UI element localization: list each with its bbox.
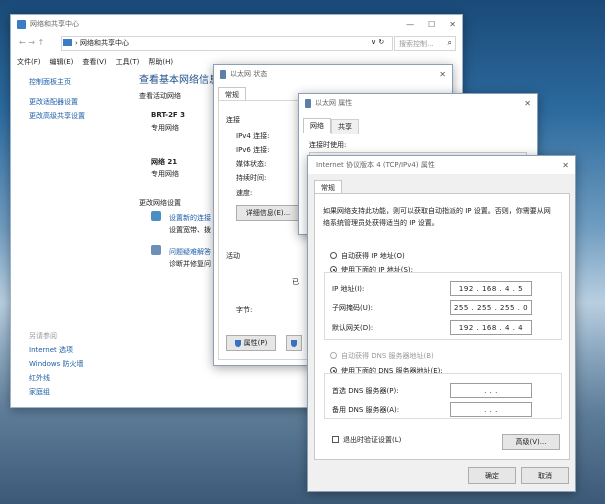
- alternate-dns-label: 备用 DNS 服务器(A):: [332, 406, 400, 414]
- window-title: 网络和共享中心: [30, 20, 79, 28]
- maximize-button[interactable]: ☐: [428, 20, 435, 29]
- network-center-icon: [17, 19, 26, 29]
- advanced-button[interactable]: 高级(V)...: [502, 434, 560, 450]
- props-tab-sharing[interactable]: 共享: [331, 119, 359, 134]
- sidebar-item-advanced-sharing[interactable]: 更改高级共享设置: [29, 111, 85, 121]
- connect-using-label: 连接时使用:: [309, 141, 347, 149]
- new-connection-icon: [151, 211, 161, 221]
- menu-file[interactable]: 文件(F): [17, 57, 41, 67]
- description-line-2: 络系统管理员处获得适当的 IP 设置。: [323, 219, 439, 227]
- status-title-bar: 以太网 状态 ✕: [214, 65, 452, 83]
- auto-ip-radio[interactable]: [330, 252, 337, 259]
- details-button[interactable]: 详细信息(E)...: [236, 205, 300, 221]
- ipv4-close-button[interactable]: ✕: [562, 161, 569, 170]
- menu-edit[interactable]: 编辑(E): [50, 57, 74, 67]
- default-gateway-label: 默认网关(D):: [332, 324, 374, 332]
- duration-label: 持续时间:: [236, 174, 267, 182]
- ethernet-icon: [220, 69, 226, 79]
- preferred-dns-label: 首选 DNS 服务器(P):: [332, 387, 399, 395]
- troubleshoot-icon: [151, 245, 161, 255]
- shield-icon-2: [291, 339, 297, 347]
- auto-dns-label[interactable]: 自动获得 DNS 服务器地址(B): [341, 351, 434, 361]
- change-settings-heading: 更改网络设置: [139, 199, 181, 207]
- see-also-internet-options[interactable]: Internet 选项: [29, 345, 73, 355]
- address-field[interactable]: [61, 36, 393, 51]
- ipv4-connectivity-label: IPv4 连接:: [236, 132, 270, 140]
- task-troubleshoot[interactable]: 问题疑难解答: [169, 247, 211, 257]
- network-type-1: 专用网络: [151, 124, 179, 132]
- ip-address-label: IP 地址(I):: [332, 285, 365, 293]
- page-title: 查看基本网络信息: [139, 75, 219, 86]
- task-troubleshoot-desc: 诊断并修复问: [169, 260, 211, 268]
- sidebar-item-adapter-settings[interactable]: 更改适配器设置: [29, 97, 78, 107]
- see-also-firewall[interactable]: Windows 防火墙: [29, 359, 83, 369]
- ipv6-connectivity-label: IPv6 连接:: [236, 146, 270, 154]
- cancel-button[interactable]: 取消: [521, 467, 569, 484]
- ipv4-title-bar: Internet 协议版本 4 (TCP/IPv4) 属性 ✕: [308, 156, 575, 174]
- minimize-button[interactable]: —: [406, 20, 414, 29]
- nav-arrows[interactable]: ← → ↑: [19, 38, 44, 47]
- ethernet-icon-2: [305, 98, 311, 108]
- ipv4-properties-dialog: Internet 协议版本 4 (TCP/IPv4) 属性 ✕ 常规 如果网络支…: [307, 155, 576, 492]
- status-close-button[interactable]: ✕: [439, 70, 446, 79]
- task-new-connection-desc: 设置宽带、拨: [169, 226, 211, 234]
- network-name-1: BRT-2F 3: [151, 111, 186, 119]
- auto-ip-label[interactable]: 自动获得 IP 地址(O): [341, 251, 405, 261]
- search-input[interactable]: 搜索控制... ⌕: [394, 36, 456, 51]
- properties-button[interactable]: 属性(P): [226, 335, 276, 351]
- menu-tools[interactable]: 工具(T): [116, 57, 140, 67]
- sidebar-item-control-panel-home[interactable]: 控制面板主页: [29, 77, 71, 87]
- network-type-2: 专用网络: [151, 170, 179, 178]
- validate-checkbox[interactable]: [332, 436, 339, 443]
- alternate-dns-field[interactable]: . . .: [450, 402, 532, 417]
- description-line-1: 如果网络支持此功能，则可以获取自动指派的 IP 设置。否则，你需要从网: [323, 207, 551, 215]
- menu-help[interactable]: 帮助(H): [148, 57, 173, 67]
- ip-address-field[interactable]: 192 . 168 . 4 . 5: [450, 281, 532, 296]
- task-new-connection[interactable]: 设置新的连接: [169, 213, 211, 223]
- default-gateway-field[interactable]: 192 . 168 . 4 . 4: [450, 320, 532, 335]
- shield-icon: [234, 339, 241, 347]
- sent-label: 已: [292, 278, 299, 286]
- auto-dns-radio[interactable]: [330, 352, 337, 359]
- validate-label[interactable]: 退出时验证设置(L): [343, 435, 401, 445]
- ok-button[interactable]: 确定: [468, 467, 516, 484]
- media-state-label: 媒体状态:: [236, 160, 267, 168]
- see-also-homegroup[interactable]: 家庭组: [29, 387, 50, 397]
- speed-label: 速度:: [236, 189, 253, 197]
- props-title-bar: 以太网 属性 ✕: [299, 94, 537, 112]
- subnet-mask-field[interactable]: 255 . 255 . 255 . 0: [450, 300, 532, 315]
- menu-bar: 文件(F) 编辑(E) 查看(V) 工具(T) 帮助(H): [17, 57, 173, 67]
- close-button[interactable]: ✕: [449, 20, 456, 29]
- subnet-mask-label: 子网掩码(U):: [332, 304, 373, 312]
- menu-view[interactable]: 查看(V): [82, 57, 106, 67]
- connection-heading: 连接: [226, 116, 240, 124]
- title-bar: 网络和共享中心 — ☐ ✕: [11, 15, 462, 33]
- props-close-button[interactable]: ✕: [524, 99, 531, 108]
- bytes-label: 字节:: [236, 306, 253, 314]
- see-also-heading: 另请参阅: [29, 332, 57, 340]
- address-bar: ← → ↑ › 网络和共享中心 ∨ ↻ 搜索控制... ⌕: [11, 35, 462, 51]
- activity-heading: 活动: [226, 252, 240, 260]
- active-networks-heading: 查看活动网络: [139, 92, 181, 100]
- preferred-dns-field[interactable]: . . .: [450, 383, 532, 398]
- network-name-2: 网络 21: [151, 158, 178, 166]
- disable-button-partial[interactable]: [286, 335, 302, 351]
- see-also-infrared[interactable]: 红外线: [29, 373, 50, 383]
- props-tab-networking[interactable]: 网络: [303, 118, 331, 133]
- search-icon: ⌕: [447, 38, 452, 47]
- refresh-icon[interactable]: ∨ ↻: [371, 38, 384, 46]
